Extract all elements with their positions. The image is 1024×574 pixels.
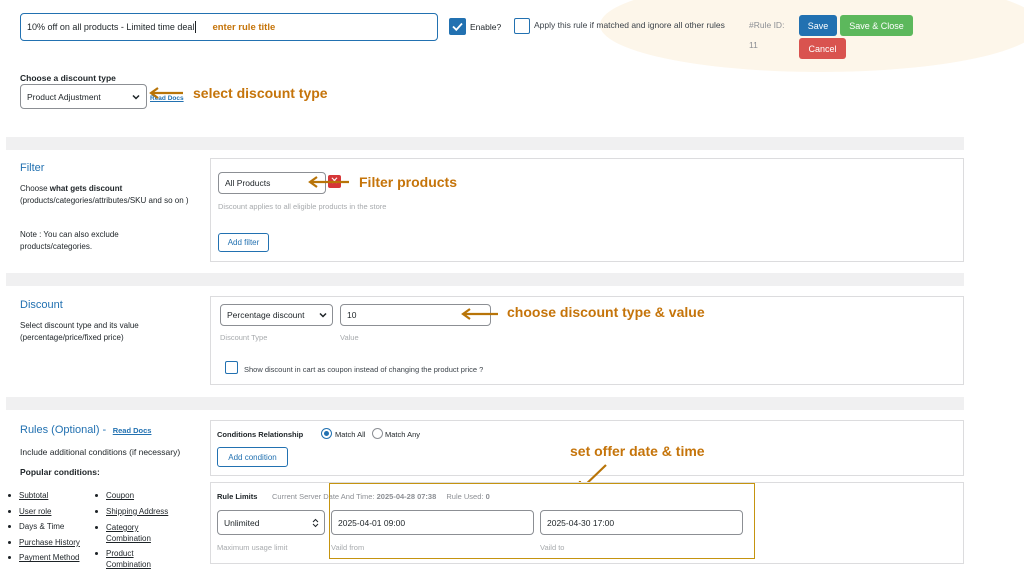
popular-condition-item[interactable]: Subtotal [8, 488, 80, 504]
apply-rule-checkbox[interactable] [514, 18, 530, 34]
bullet [95, 526, 98, 529]
rules-title: Rules (Optional) - [20, 424, 107, 436]
popular-condition-item[interactable]: Category Combination [95, 519, 185, 546]
annotation-arrow [308, 176, 349, 188]
radio-dot [324, 431, 329, 436]
rule-title-value: 10% off on all products - Limited time d… [27, 22, 195, 32]
valid-to-caption: Vaild to [540, 543, 565, 552]
filter-desc-suffix: (products/categories/attributes/SKU and … [20, 196, 189, 205]
match-all-label: Match All [335, 430, 366, 439]
valid-to-value: 2025-04-30 17:00 [547, 517, 615, 528]
enable-checkbox[interactable] [449, 18, 466, 35]
popular-condition-item[interactable]: Product Combination [95, 546, 185, 573]
coupon-checkbox[interactable] [225, 361, 238, 374]
popular-condition-item[interactable]: Shipping Address [95, 504, 185, 520]
rule-editor-panel: 10% off on all products - Limited time d… [0, 0, 1024, 574]
rule-limits-label: Rule Limits [217, 492, 258, 501]
discount-title: Discount [20, 299, 63, 311]
usage-limit-select[interactable]: Unlimited [217, 510, 325, 535]
cancel-button[interactable]: Cancel [799, 38, 846, 59]
rule-title-input[interactable]: 10% off on all products - Limited time d… [20, 13, 438, 41]
usage-limit-caption: Maximum usage limit [217, 543, 288, 552]
annotation-rule-title: enter rule title [212, 21, 276, 33]
rules-read-docs[interactable]: Read Docs [113, 426, 152, 435]
section-separator [6, 137, 964, 150]
filter-desc-prefix: Choose [20, 184, 50, 193]
match-any-label: Match Any [385, 430, 421, 439]
discount-type-select[interactable]: Product Adjustment [20, 84, 147, 109]
discount-type-selected: Product Adjustment [27, 91, 101, 102]
rule-id-label: #Rule ID: [749, 20, 785, 30]
discount-type-caption: Discount Type [220, 333, 268, 342]
annotation-date: set offer date & time [570, 443, 705, 459]
usage-limit-selected: Unlimited [224, 517, 260, 528]
apply-rule-label: Apply this rule if matched and ignore al… [534, 20, 725, 30]
select-arrows-icon [312, 518, 319, 527]
filter-desc-bold: what gets discount [49, 184, 123, 193]
rules-header: Rules (Optional) - Read Docs [20, 424, 151, 436]
annotation-arrow [149, 87, 183, 99]
popular-conditions-right: Coupon Shipping Address Category Combina… [95, 488, 185, 573]
discount-value-caption: Value [340, 333, 359, 342]
filter-description: Choose what gets discount (products/cate… [20, 183, 202, 207]
bullet [95, 494, 98, 498]
filter-title: Filter [20, 162, 45, 174]
save-button[interactable]: Save [799, 15, 837, 36]
section-separator [6, 397, 964, 410]
conditions-relationship-label: Conditions Relationship [217, 430, 304, 439]
valid-to-input[interactable]: 2025-04-30 17:00 [540, 510, 743, 535]
rule-id-value: 11 [749, 40, 758, 50]
popular-condition-item[interactable]: User role [8, 504, 80, 520]
coupon-label: Show discount in cart as coupon instead … [244, 365, 484, 374]
bullet [95, 552, 98, 555]
bullet [8, 540, 11, 544]
check-icon [452, 22, 463, 32]
filter-hint: Discount applies to all eligible product… [218, 202, 387, 211]
discount-type-heading: Choose a discount type [20, 73, 116, 83]
filter-note: Note : You can also exclude products/cat… [20, 230, 119, 251]
match-all-radio[interactable] [321, 428, 332, 439]
valid-from-caption: Vaild from [331, 543, 365, 552]
popular-condition-item[interactable]: Payment Method [8, 550, 80, 566]
highlight-blob [600, 0, 1024, 72]
popular-condition-item[interactable]: Coupon [95, 488, 185, 504]
enable-label: Enable? [470, 22, 502, 32]
filter-selected: All Products [225, 178, 271, 188]
popular-conditions-left: Subtotal User role Days & Time Purchase … [8, 488, 80, 566]
bullet [8, 509, 11, 513]
discount-value: 10 [347, 310, 357, 320]
bullet [8, 494, 11, 498]
bullet [8, 556, 11, 560]
valid-from-input[interactable]: 2025-04-01 09:00 [331, 510, 534, 535]
discount-description: Select discount type and its value (perc… [20, 321, 139, 342]
annotation-discount-type: select discount type [193, 85, 328, 101]
save-close-button[interactable]: Save & Close [840, 15, 913, 36]
section-separator [6, 273, 964, 286]
popular-conditions-heading: Popular conditions: [20, 467, 100, 477]
add-condition-button[interactable]: Add condition [217, 447, 288, 467]
rules-description: Include additional conditions (if necess… [20, 447, 181, 457]
annotation-discount: choose discount type & value [507, 304, 705, 320]
bullet [95, 509, 98, 513]
match-any-radio[interactable] [372, 428, 383, 439]
annotation-arrow [461, 308, 498, 320]
popular-condition-item[interactable]: Purchase History [8, 535, 80, 551]
annotation-filter: Filter products [359, 174, 458, 190]
popular-condition-item[interactable]: Days & Time [8, 519, 80, 535]
add-filter-button[interactable]: Add filter [218, 233, 269, 252]
bullet [8, 525, 11, 529]
chevron-down-icon [319, 312, 327, 318]
discount-type-dropdown-value: Percentage discount [227, 310, 305, 320]
text-cursor [195, 21, 197, 33]
discount-type-dropdown[interactable]: Percentage discount [220, 304, 333, 326]
chevron-down-icon [132, 94, 140, 100]
valid-from-value: 2025-04-01 09:00 [338, 517, 406, 528]
